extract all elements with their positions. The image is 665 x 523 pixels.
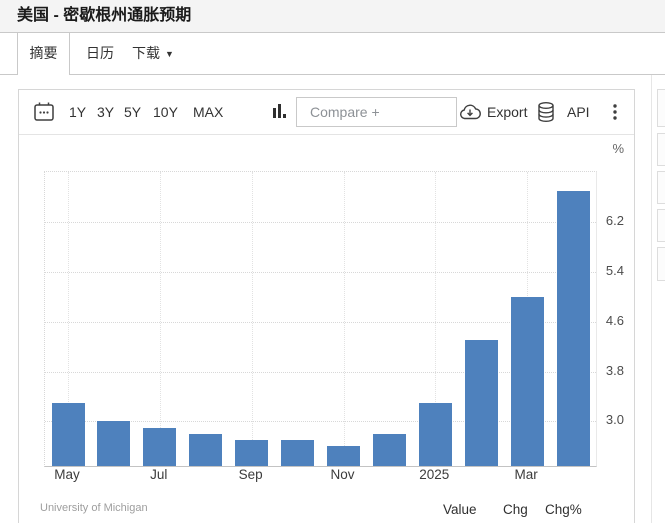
cutoff-side-button[interactable] — [657, 89, 665, 127]
range-button-3y[interactable]: 3Y — [97, 90, 114, 134]
bar-mar-2025[interactable] — [510, 296, 544, 466]
view-tab-value[interactable]: Value — [443, 502, 477, 517]
cutoff-side-button[interactable] — [657, 171, 665, 204]
x-tick-label: Jul — [150, 467, 168, 482]
y-tick-label: 4.6 — [605, 312, 624, 328]
x-tick-label: May — [54, 467, 80, 482]
y-tick-label: 6.2 — [605, 213, 624, 229]
y-tick-label: 5.4 — [605, 263, 624, 279]
tab-download[interactable]: 下载 ▼ — [132, 33, 174, 76]
cloud-download-icon[interactable] — [458, 103, 482, 121]
bar-feb-2025[interactable] — [464, 340, 498, 466]
gridline-vertical — [343, 172, 345, 466]
database-icon[interactable] — [536, 101, 556, 123]
bar-dec-2024[interactable] — [372, 433, 406, 466]
plot-area — [44, 171, 597, 467]
bar-jan-2025[interactable] — [418, 402, 452, 466]
cutoff-side-button[interactable] — [657, 209, 665, 242]
tab-download-label: 下载 — [132, 45, 160, 61]
kebab-menu-icon[interactable] — [607, 101, 623, 123]
range-button-1y[interactable]: 1Y — [69, 90, 86, 134]
api-button[interactable]: API — [567, 90, 590, 134]
view-tab-chg[interactable]: Chg — [503, 502, 528, 517]
range-button-5y[interactable]: 5Y — [124, 90, 141, 134]
cutoff-side-button[interactable] — [657, 247, 665, 281]
gridline-vertical — [251, 172, 253, 466]
gridline-horizontal — [45, 272, 596, 274]
cutoff-side-button[interactable] — [657, 133, 665, 166]
bar-aug-2024[interactable] — [189, 433, 223, 466]
bar-sep-2024[interactable] — [235, 439, 269, 466]
source-label: University of Michigan — [40, 502, 148, 514]
x-tick-label: Nov — [330, 467, 355, 482]
bar-jun-2024[interactable] — [97, 421, 131, 466]
tab-calendar[interactable]: 日历 — [86, 33, 114, 74]
bar-nov-2024[interactable] — [327, 446, 360, 466]
gridline-horizontal — [45, 222, 596, 224]
y-tick-label: 3.0 — [605, 412, 624, 428]
column-chart-icon[interactable] — [272, 103, 288, 121]
bar-apr-2025[interactable] — [556, 191, 590, 466]
x-tick-label: Mar — [514, 467, 538, 482]
view-tab-chgpct[interactable]: Chg% — [545, 502, 582, 517]
range-button-max[interactable]: MAX — [193, 90, 223, 134]
y-tick-label: 3.8 — [605, 362, 624, 378]
range-button-10y[interactable]: 10Y — [153, 90, 178, 134]
bar-may-2024[interactable] — [51, 402, 85, 466]
calendar-icon[interactable] — [33, 101, 55, 123]
bar-jul-2024[interactable] — [143, 427, 177, 466]
tab-summary[interactable]: 摘要 — [17, 33, 70, 75]
compare-input[interactable]: Compare + — [296, 97, 457, 127]
tab-bar: 摘要 日历 下载 ▼ — [0, 33, 665, 75]
export-button[interactable]: Export — [487, 90, 527, 134]
inflation-expectations-page: 美国 - 密歇根州通胀预期 摘要 日历 下载 ▼ 1Y 3Y 5Y 10Y MAX — [0, 0, 665, 523]
x-tick-label: 2025 — [419, 467, 450, 482]
chevron-down-icon: ▼ — [165, 49, 174, 59]
bar-oct-2024[interactable] — [281, 439, 314, 466]
y-axis: 3.0 3.8 4.6 5.4 6.2 — [596, 171, 624, 465]
right-panel-divider — [651, 75, 652, 523]
chart-toolbar: 1Y 3Y 5Y 10Y MAX Compare + Export API — [19, 90, 634, 135]
x-tick-label: Sep — [238, 467, 263, 482]
y-axis-unit: % — [612, 141, 624, 156]
gridline-vertical — [159, 172, 161, 466]
page-title: 美国 - 密歇根州通胀预期 — [17, 7, 192, 24]
x-axis: May Jul Sep Nov 2025 Mar — [44, 467, 595, 485]
